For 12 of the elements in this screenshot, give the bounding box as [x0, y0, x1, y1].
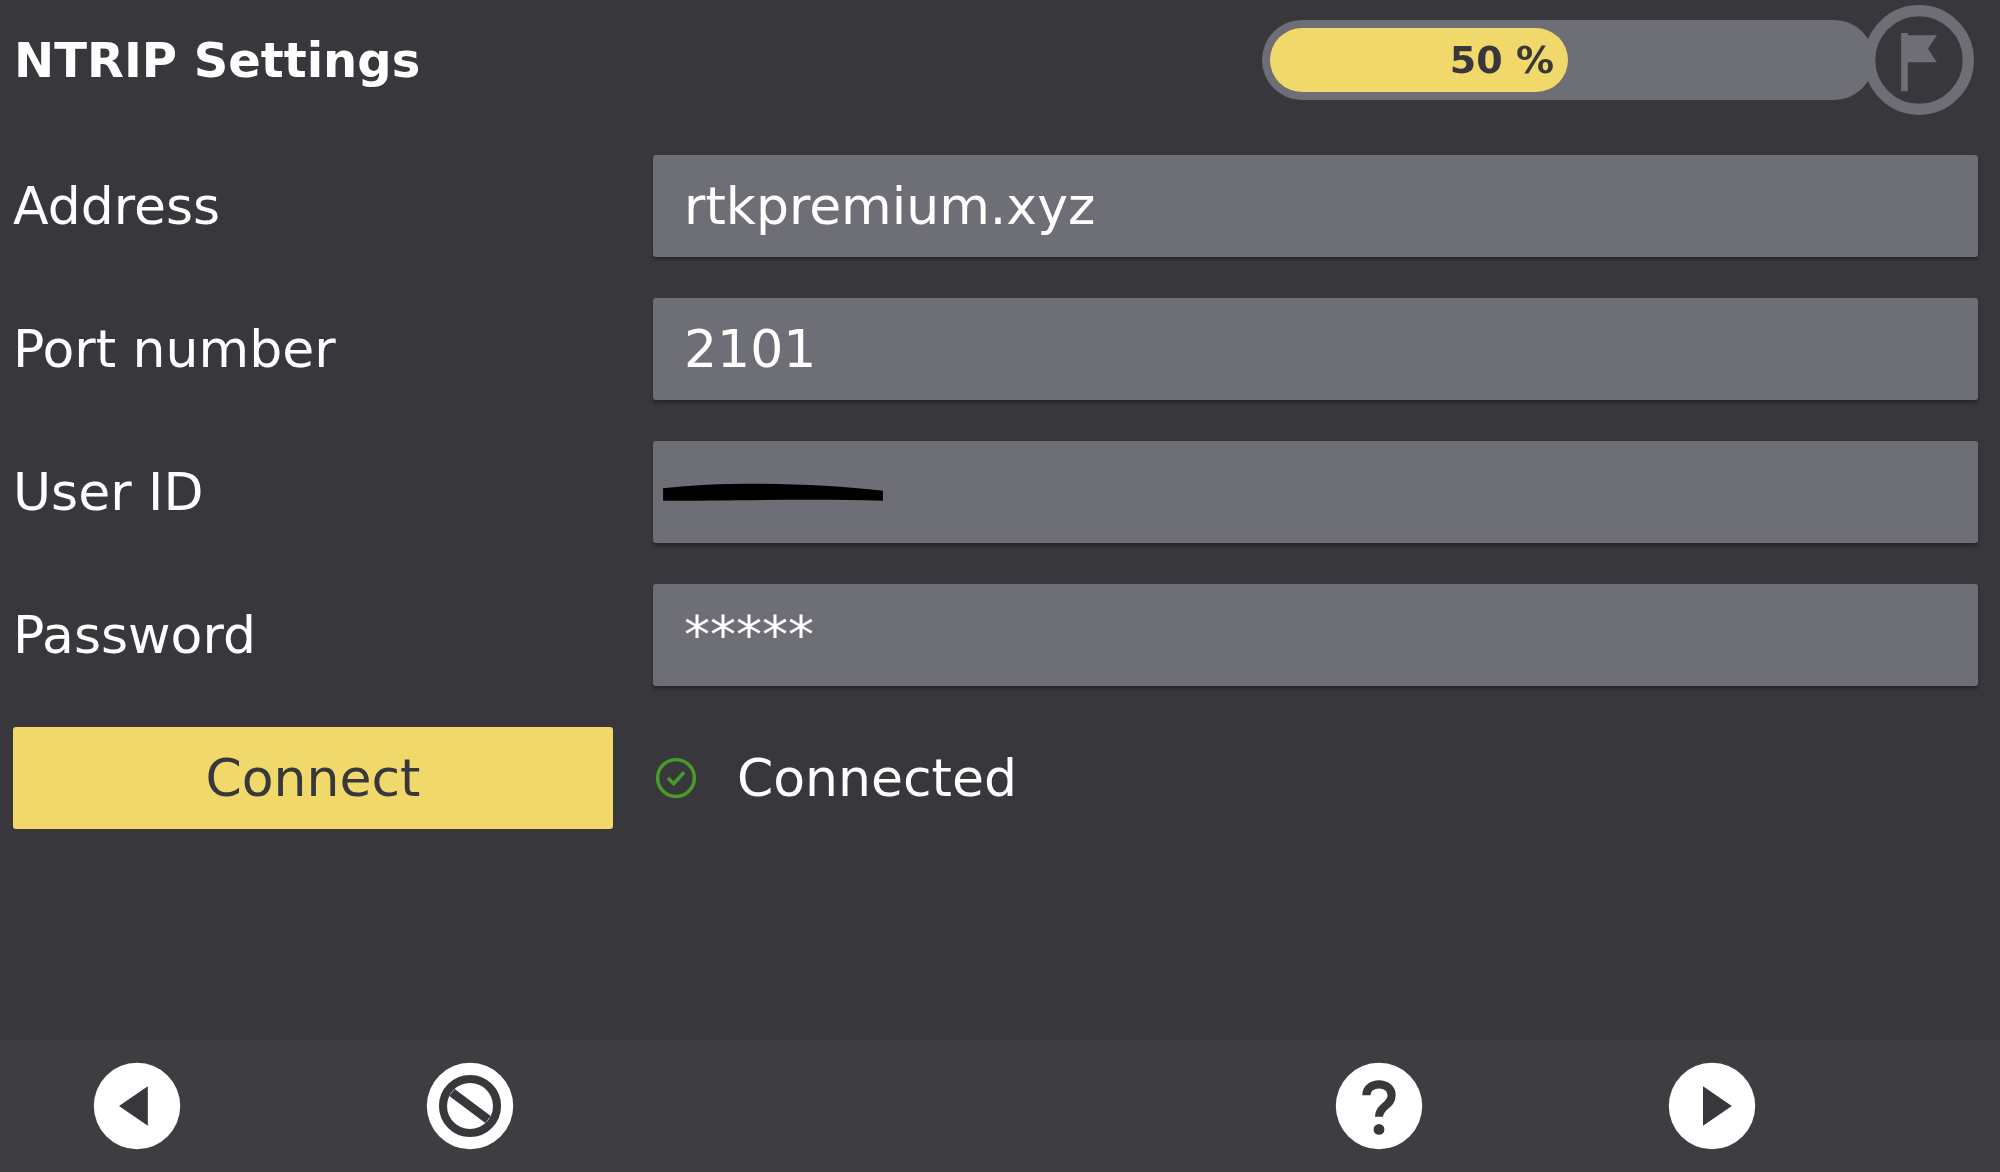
input-field[interactable]: *****: [653, 584, 1978, 686]
screen-title: NTRIP Settings: [14, 32, 422, 88]
connect-button[interactable]: Connect: [13, 727, 613, 829]
connection-status: Connected: [737, 748, 1017, 808]
field-label: Address: [13, 176, 222, 236]
input-field[interactable]: [653, 441, 1978, 543]
input-field[interactable]: 2101: [653, 298, 1978, 400]
field-label: User ID: [13, 462, 205, 522]
input-field[interactable]: rtkpremium.xyz: [653, 155, 1978, 257]
field-label: Port number: [13, 319, 337, 379]
progress-reading: 50 %: [1449, 38, 1554, 82]
field-label: Password: [13, 605, 257, 665]
